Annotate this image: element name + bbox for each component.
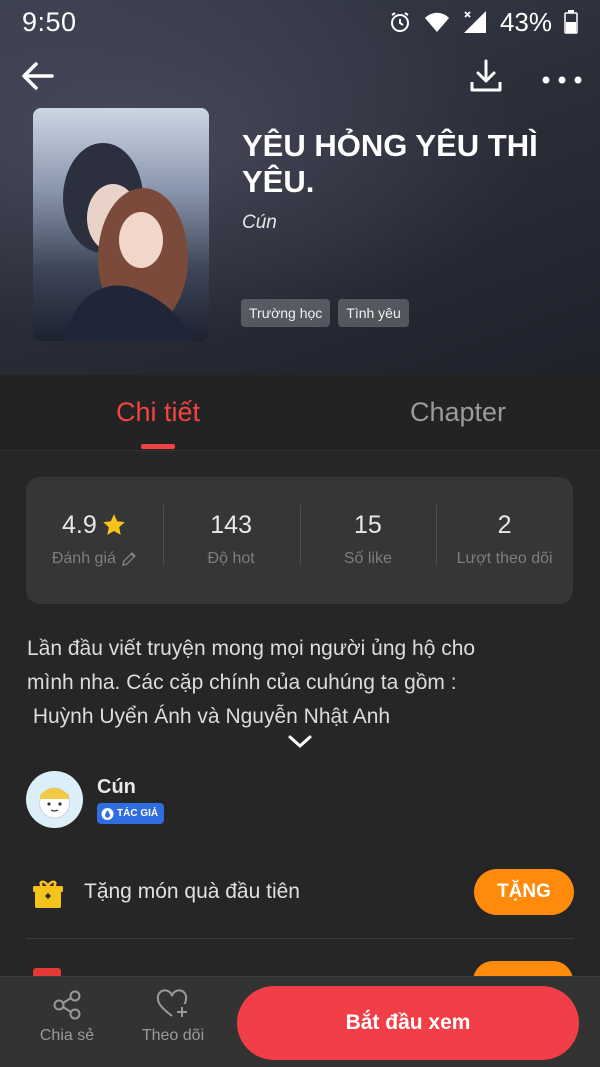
description-line: Huỳnh Uyển Ánh và Nguyễn Nhật Anh: [27, 705, 391, 728]
story-title: YÊU HỎNG YÊU THÌ YÊU.: [242, 128, 538, 199]
author-badge-label: TÁC GIẢ: [117, 808, 159, 819]
stat-rating[interactable]: 4.9 Đánh giá: [26, 511, 163, 571]
gift-row: Tặng món quà đầu tiên TẶNG: [26, 866, 574, 922]
heart-plus-icon: [156, 989, 188, 1017]
tab-chapter[interactable]: Chapter: [300, 397, 600, 428]
battery-icon: [564, 10, 578, 34]
download-button[interactable]: [466, 56, 506, 96]
alarm-icon: [390, 12, 409, 32]
stats-card: 4.9 Đánh giá 143 Độ hot 15 Số like 2 Lượ…: [26, 477, 573, 604]
arrow-left-icon: [22, 62, 54, 90]
hot-value: 143: [210, 510, 252, 539]
back-button[interactable]: [18, 56, 58, 96]
author-name: Cún: [97, 776, 136, 798]
followers-value: 2: [497, 510, 512, 539]
description-line: Lần đầu viết truyện mong mọi người ủng h…: [27, 637, 476, 660]
star-icon: [102, 514, 125, 535]
gift-button[interactable]: TẶNG: [474, 869, 574, 915]
status-time: 9:50: [22, 6, 77, 37]
stat-followers: 2 Lượt theo dõi: [436, 504, 573, 571]
status-icons: 43%: [388, 7, 578, 38]
description-line: mình nha. Các cặp chính của cuhúng ta gồ…: [27, 671, 457, 694]
stat-likes: 15 Số like: [299, 504, 437, 571]
author-card[interactable]: Cún TÁC GIẢ: [26, 771, 576, 829]
wifi-icon: [424, 12, 449, 32]
hot-label: Độ hot: [207, 549, 255, 567]
status-bar: 9:50 43%: [0, 0, 600, 44]
share-label: Chia sẻ: [39, 1027, 95, 1044]
tab-indicator: [141, 444, 175, 449]
followers-label: Lượt theo dõi: [456, 549, 553, 567]
follow-label: Theo dõi: [141, 1027, 205, 1044]
app-bar: [0, 52, 600, 100]
battery-percent: 43%: [499, 6, 552, 37]
story-description: Lần đầu viết truyện mong mọi người ủng h…: [27, 632, 577, 734]
stat-hot: 143 Độ hot: [162, 504, 300, 571]
bottom-action-bar: Chia sẻ Theo dõi Bắt đầu xem: [0, 976, 600, 1067]
gift-text: Tặng món quà đầu tiên: [84, 880, 300, 903]
story-author[interactable]: Cún: [242, 212, 277, 234]
avatar: [26, 771, 83, 828]
chevron-down-icon: [288, 735, 312, 748]
edit-pencil-icon: [121, 551, 136, 566]
rating-label: Đánh giá: [51, 549, 116, 567]
drop-icon: [101, 807, 114, 820]
tag-love[interactable]: Tình yêu: [338, 299, 409, 327]
cover-image: [33, 108, 209, 341]
gift-icon: [33, 880, 63, 908]
start-reading-button[interactable]: Bắt đầu xem: [237, 986, 579, 1060]
likes-value: 15: [353, 510, 382, 539]
tab-detail[interactable]: Chi tiết: [0, 397, 316, 428]
more-options-button[interactable]: [538, 56, 586, 96]
share-icon: [53, 990, 81, 1020]
more-dots-icon: [542, 76, 582, 84]
author-badge: TÁC GIẢ: [97, 803, 165, 824]
tab-bar: Chi tiết Chapter: [0, 375, 600, 451]
signal-icon: [463, 11, 486, 33]
tag-school[interactable]: Trường học: [241, 299, 331, 327]
download-icon: [470, 59, 502, 92]
expand-description-button[interactable]: [285, 732, 315, 752]
likes-label: Số like: [343, 549, 392, 567]
divider: [26, 938, 574, 939]
follow-button[interactable]: Theo dõi: [133, 989, 213, 1045]
share-button[interactable]: Chia sẻ: [27, 989, 107, 1045]
story-header: 9:50 43% YÊU HỎNG YÊU THÌ YÊU. Cún Trườn…: [0, 0, 600, 375]
rating-value: 4.9: [61, 510, 97, 539]
tag-list: Trường học Tình yêu: [241, 299, 409, 327]
